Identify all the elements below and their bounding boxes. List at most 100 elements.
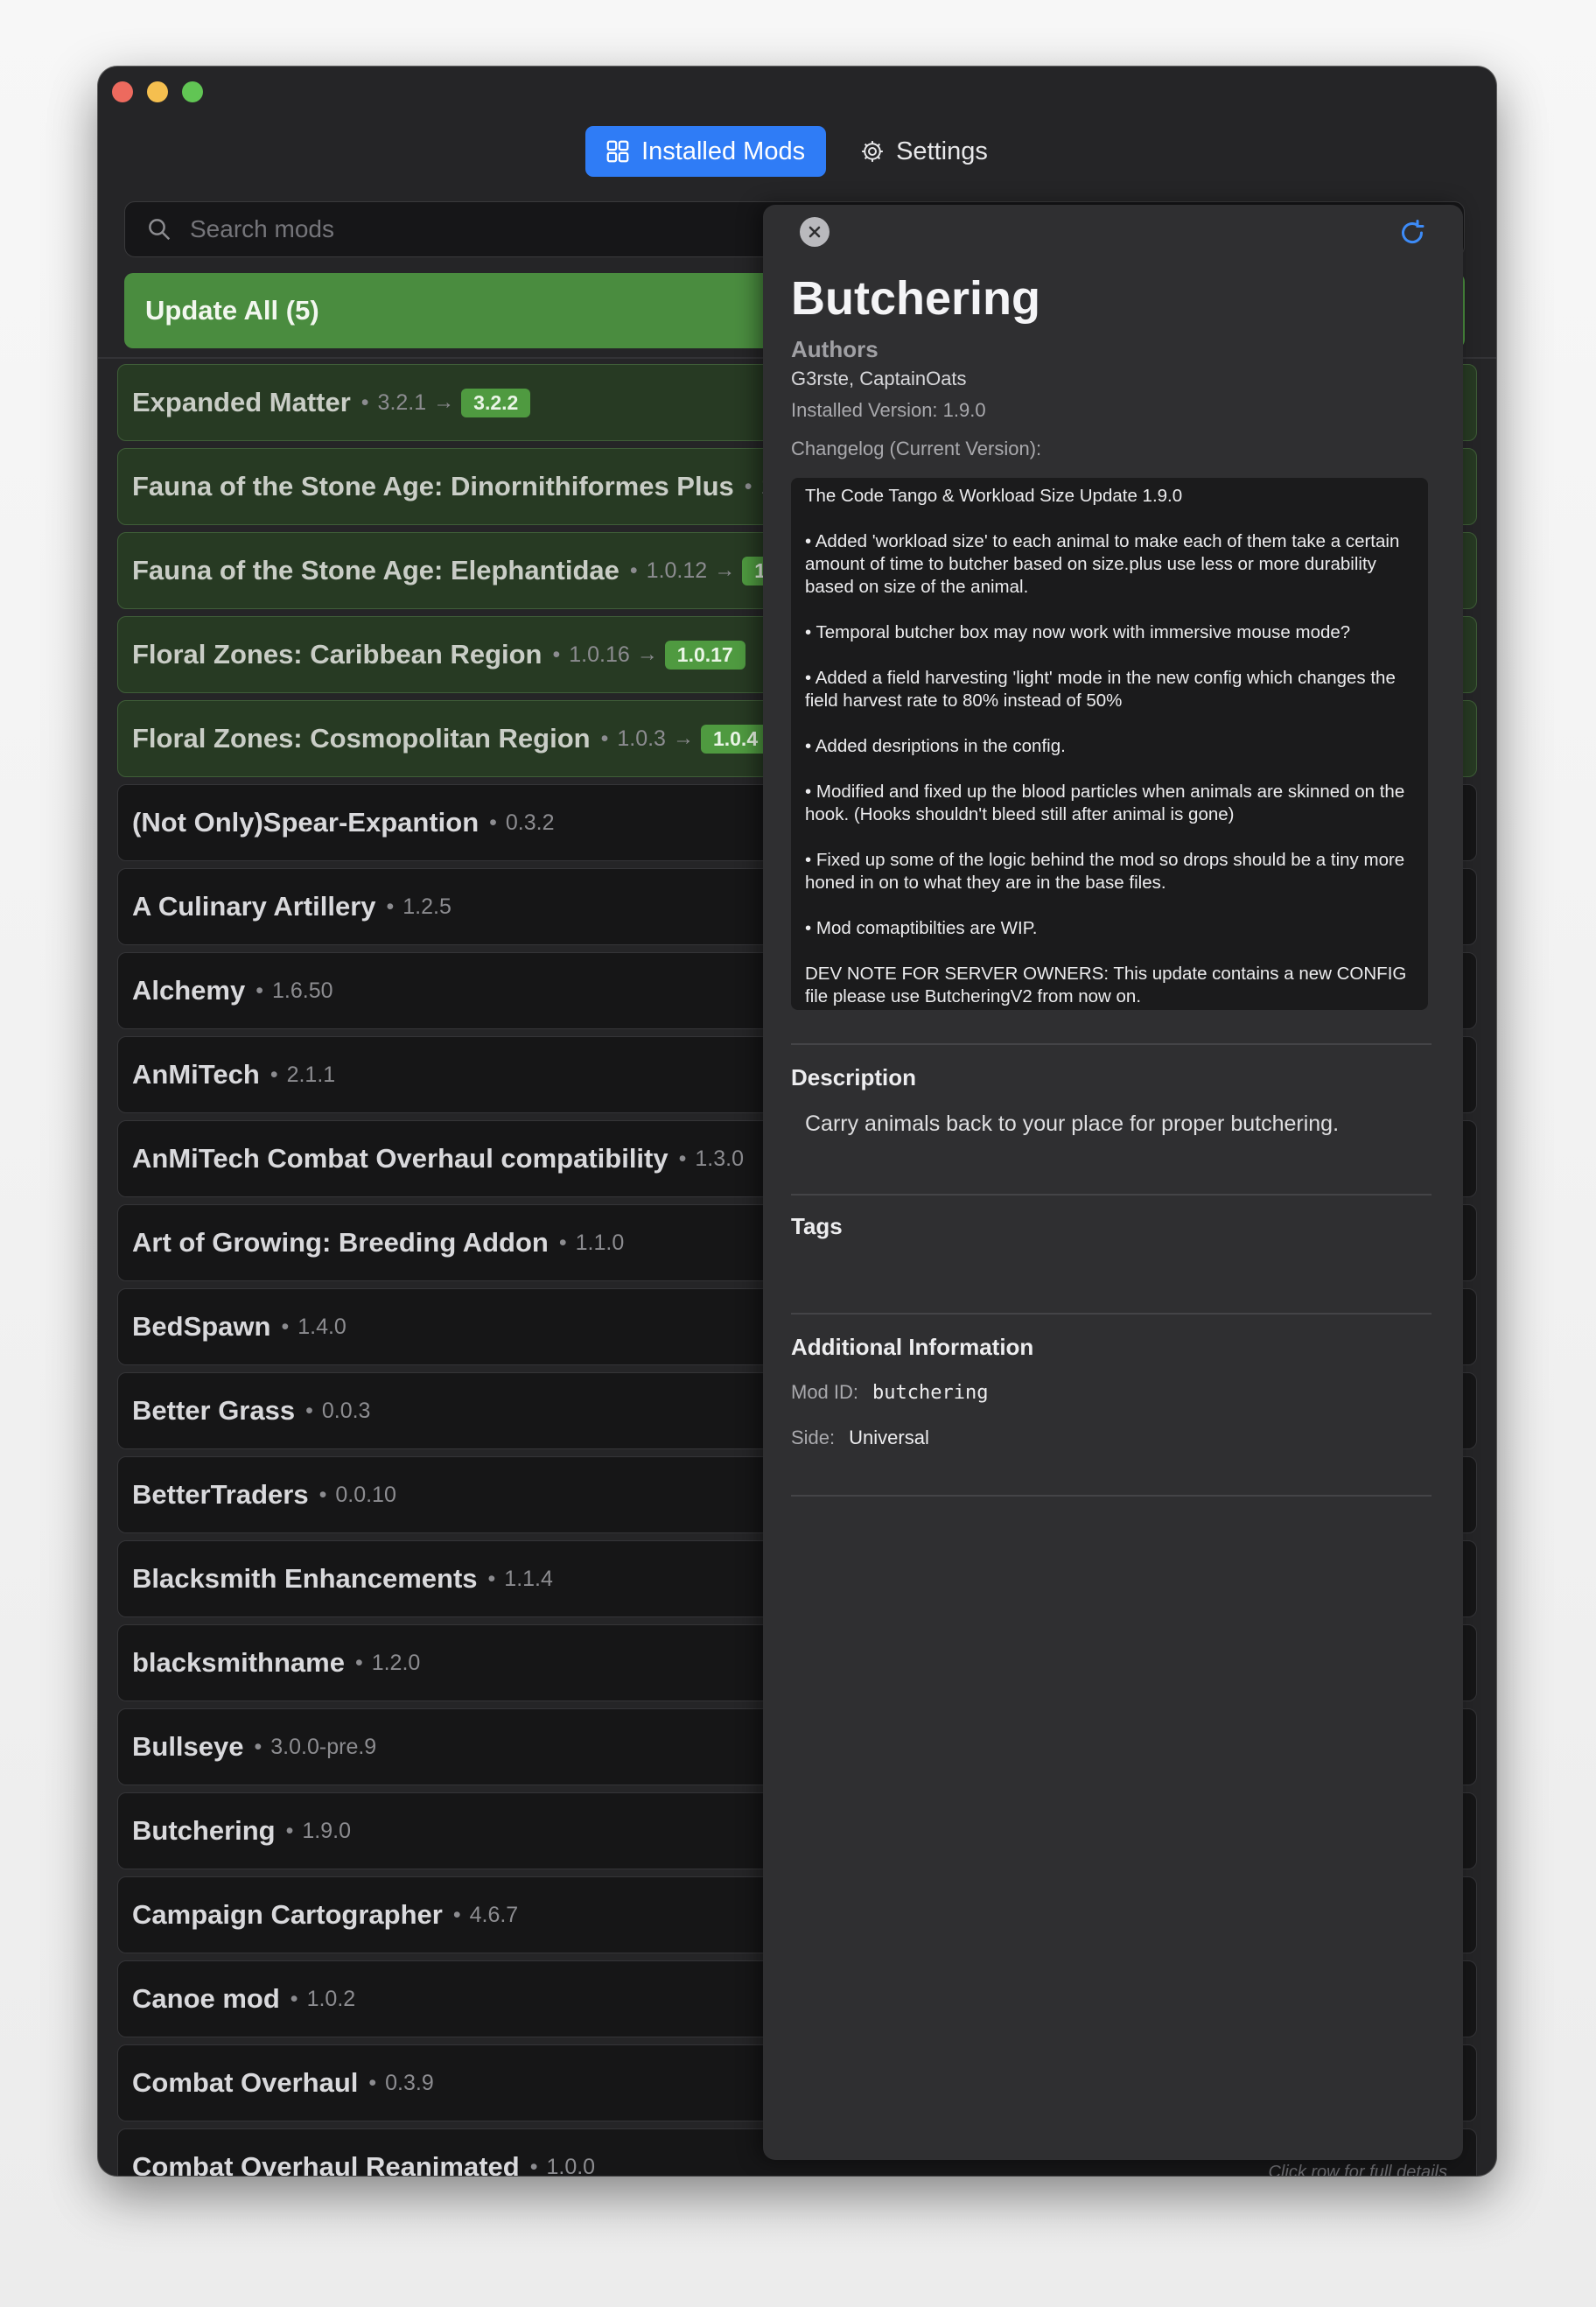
new-version-badge: 1.0.4 <box>700 724 771 754</box>
mod-name: Fauna of the Stone Age: Elephantidae <box>132 555 620 586</box>
changelog-line: DEV NOTE FOR SERVER OWNERS: This update … <box>805 964 1407 1006</box>
mod-version: 3.2.1 <box>377 389 427 415</box>
separator-dot: • <box>281 1314 290 1339</box>
window-zoom-button[interactable] <box>182 81 203 102</box>
mod-version: 0.0.3 <box>321 1398 371 1423</box>
refresh-icon <box>1402 220 1424 244</box>
mod-name: Combat Overhaul Reanimated <box>132 2151 520 2176</box>
description-heading: Description <box>791 1064 917 1090</box>
authors-value: G3rste, CaptainOats <box>791 368 967 389</box>
arrow-right-icon: → <box>672 726 694 750</box>
mod-version: 0.3.2 <box>505 810 555 835</box>
divider <box>791 1313 1432 1315</box>
changelog-line: • Added a field harvesting 'light' mode … <box>805 668 1396 711</box>
mod-version: 1.1.4 <box>504 1566 553 1591</box>
tags-heading: Tags <box>791 1213 843 1239</box>
mod-id-label: Mod ID: <box>791 1381 859 1403</box>
description-text: Carry animals back to your place for pro… <box>805 1111 1340 1136</box>
mod-version: 2.1.1 <box>286 1062 336 1087</box>
separator-dot: • <box>558 1230 567 1255</box>
authors-label: Authors <box>791 336 878 362</box>
mod-name: Art of Growing: Breeding Addon <box>132 1227 549 1258</box>
mod-version: 1.1.0 <box>575 1230 625 1255</box>
mod-version: 4.6.7 <box>469 1902 519 1927</box>
changelog-line: The Code Tango & Workload Size Update 1.… <box>805 486 1183 506</box>
mod-id-value: butchering <box>872 1382 989 1404</box>
changelog-line: • Modified and fixed up the blood partic… <box>805 782 1405 824</box>
separator-dot: • <box>368 2070 377 2095</box>
window-close-button[interactable] <box>112 81 133 102</box>
mod-version: 0.3.9 <box>385 2070 434 2095</box>
mod-name: Bullseye <box>132 1731 244 1762</box>
close-panel-button[interactable] <box>800 217 830 247</box>
tab-settings[interactable]: Settings <box>840 126 1009 177</box>
app-window: Installed Mods Settings Update All (5) E… <box>98 67 1496 2176</box>
mod-version: 1.2.5 <box>402 894 452 919</box>
separator-dot: • <box>360 389 369 415</box>
mod-name: AnMiTech Combat Overhaul compatibility <box>132 1143 668 1174</box>
changelog-line: • Mod comaptibilties are WIP. <box>805 918 1038 938</box>
separator-dot: • <box>256 978 263 1003</box>
mod-name: blacksmithname <box>132 1647 345 1678</box>
mod-name: Alchemy <box>132 975 246 1006</box>
arrow-right-icon: → <box>714 558 736 582</box>
separator-dot: • <box>678 1146 687 1171</box>
mod-version: 1.0.3 <box>617 726 666 751</box>
separator-dot: • <box>270 1062 278 1087</box>
separator-dot: • <box>354 1650 363 1675</box>
divider <box>791 1043 1432 1045</box>
mod-version: 1.0.12 <box>646 557 708 583</box>
close-icon <box>808 226 821 238</box>
side-row: Side: Universal <box>791 1427 929 1449</box>
mod-version: 0.0.10 <box>335 1482 396 1507</box>
refresh-button[interactable] <box>1395 215 1430 250</box>
mod-version: 1.0.2 <box>306 1986 356 2011</box>
mod-version: 3.0.0-pre.9 <box>270 1734 377 1759</box>
tab-installed-mods[interactable]: Installed Mods <box>585 126 827 177</box>
separator-dot: • <box>290 1986 298 2011</box>
mod-version: 1.0.0 <box>546 2154 596 2177</box>
mod-version: 1.9.0 <box>302 1818 351 1843</box>
window-minimize-button[interactable] <box>147 81 168 102</box>
arrow-right-icon: → <box>636 642 658 666</box>
separator-dot: • <box>386 894 395 919</box>
separator-dot: • <box>305 1398 313 1423</box>
search-icon <box>149 219 171 241</box>
mod-name: AnMiTech <box>132 1059 260 1090</box>
changelog-line: • Added desriptions in the config. <box>805 736 1066 756</box>
mod-name: Blacksmith Enhancements <box>132 1563 478 1594</box>
mod-name: Floral Zones: Cosmopolitan Region <box>132 723 591 754</box>
mod-name: Canoe mod <box>132 1983 280 2014</box>
divider <box>791 1495 1432 1497</box>
changelog-line: • Temporal butcher box may now work with… <box>805 622 1351 642</box>
gear-icon <box>862 141 883 162</box>
installed-version: Installed Version: 1.9.0 <box>791 399 986 421</box>
mod-name: BetterTraders <box>132 1479 309 1510</box>
tab-bar: Installed Mods Settings <box>98 126 1496 177</box>
separator-dot: • <box>254 1734 262 1759</box>
separator-dot: • <box>489 810 497 835</box>
mod-name: Expanded Matter <box>132 387 351 417</box>
mod-name: Combat Overhaul <box>132 2067 359 2098</box>
mod-title: Butchering <box>791 272 1041 325</box>
changelog-label: Changelog (Current Version): <box>791 438 1042 459</box>
separator-dot: • <box>487 1566 496 1591</box>
new-version-badge: 3.2.2 <box>461 388 531 417</box>
mod-name: Fauna of the Stone Age: Dinornithiformes… <box>132 471 734 501</box>
separator-dot: • <box>744 473 752 499</box>
footer-hint: Click row for full details <box>1268 2163 1447 2176</box>
tab-label: Installed Mods <box>641 137 806 165</box>
mod-version: 1.4.0 <box>298 1314 346 1339</box>
mod-detail-panel: Butchering Authors G3rste, CaptainOats I… <box>763 205 1463 2160</box>
grid-icon <box>606 140 629 163</box>
separator-dot: • <box>529 2154 538 2177</box>
arrow-right-icon: → <box>433 390 455 414</box>
mod-name: (Not Only)Spear-Expantion <box>132 807 480 838</box>
changelog-line: • Fixed up some of the logic behind the … <box>805 850 1405 893</box>
separator-dot: • <box>452 1902 461 1927</box>
side-label: Side: <box>791 1427 836 1448</box>
search-input[interactable] <box>188 214 804 244</box>
mod-version: 1.3.0 <box>695 1146 744 1171</box>
changelog-line: • Added 'workload size' to each animal t… <box>805 531 1400 597</box>
changelog-box: The Code Tango & Workload Size Update 1.… <box>791 478 1428 1010</box>
